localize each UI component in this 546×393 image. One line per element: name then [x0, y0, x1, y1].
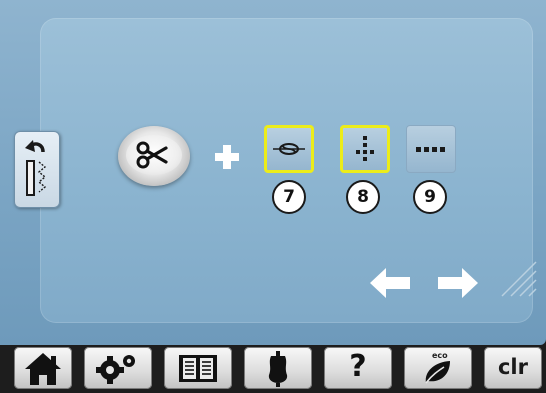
home-icon	[25, 353, 61, 385]
thread-cutter-face	[126, 135, 182, 175]
scissors-icon	[136, 141, 168, 169]
option-7-button[interactable]	[264, 125, 314, 173]
help-button[interactable]: ?	[324, 347, 392, 389]
dash-line-icon	[416, 147, 445, 152]
resize-grip	[501, 261, 537, 297]
display-screen: 7 8 9	[0, 0, 546, 345]
stitch-back-tab[interactable]	[14, 131, 60, 208]
setup-button[interactable]	[84, 347, 152, 389]
option-8-button[interactable]	[340, 125, 390, 173]
thread-cutter-button[interactable]	[118, 126, 190, 186]
dot-cross-icon	[356, 136, 374, 161]
plus-icon	[215, 145, 239, 169]
gear-icon	[96, 355, 135, 384]
arrow-left-icon[interactable]	[368, 265, 412, 301]
option-9-button[interactable]	[406, 125, 456, 173]
help-icon: ?	[349, 349, 367, 384]
book-icon	[179, 355, 217, 382]
stitch-back-icon	[25, 140, 47, 196]
arrow-right-icon[interactable]	[436, 265, 480, 301]
option-9-number: 9	[413, 180, 447, 214]
eco-button[interactable]: eco	[404, 347, 472, 389]
tutorial-button[interactable]	[164, 347, 232, 389]
clear-label: clr	[497, 355, 528, 379]
consultant-button[interactable]	[244, 347, 312, 389]
option-7-number: 7	[272, 180, 306, 214]
option-8-number: 8	[346, 180, 380, 214]
thread-knot-icon	[273, 143, 305, 155]
mannequin-icon	[268, 351, 288, 387]
clear-button[interactable]: clr	[484, 347, 542, 389]
home-button[interactable]	[14, 347, 72, 389]
eco-label: eco	[432, 351, 448, 360]
